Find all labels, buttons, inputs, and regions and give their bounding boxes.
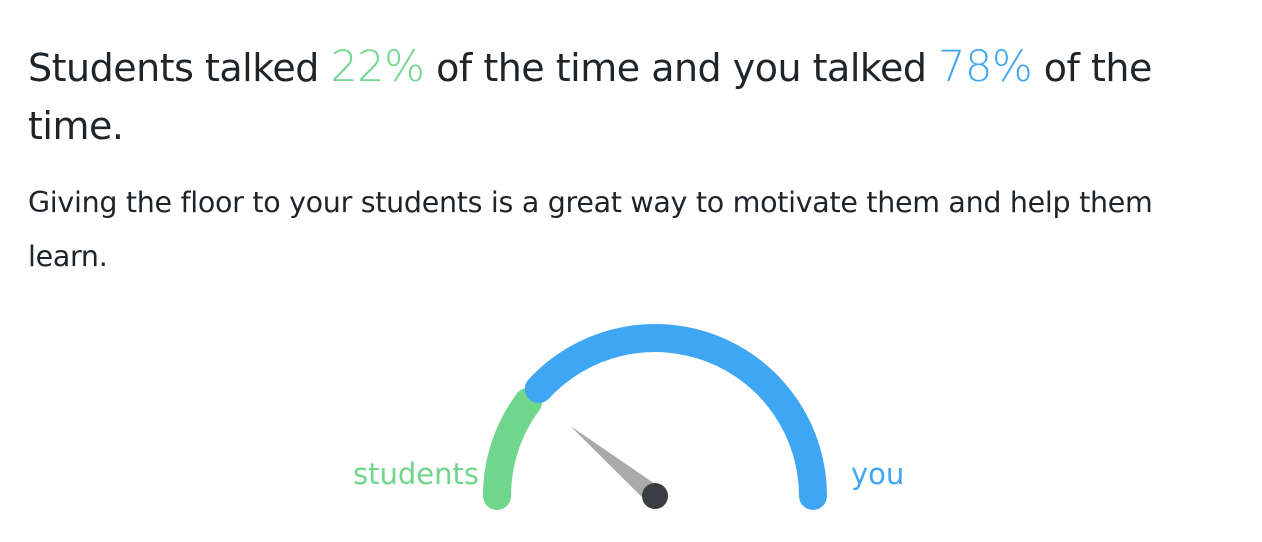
gauge-label-you: you — [851, 457, 904, 491]
gauge-arc-students — [483, 387, 543, 510]
gauge-needle-hub — [642, 483, 668, 509]
gauge-label-students: students — [353, 457, 479, 491]
talk-time-gauge: students you — [353, 324, 904, 510]
gauge-arc-you — [524, 324, 827, 510]
